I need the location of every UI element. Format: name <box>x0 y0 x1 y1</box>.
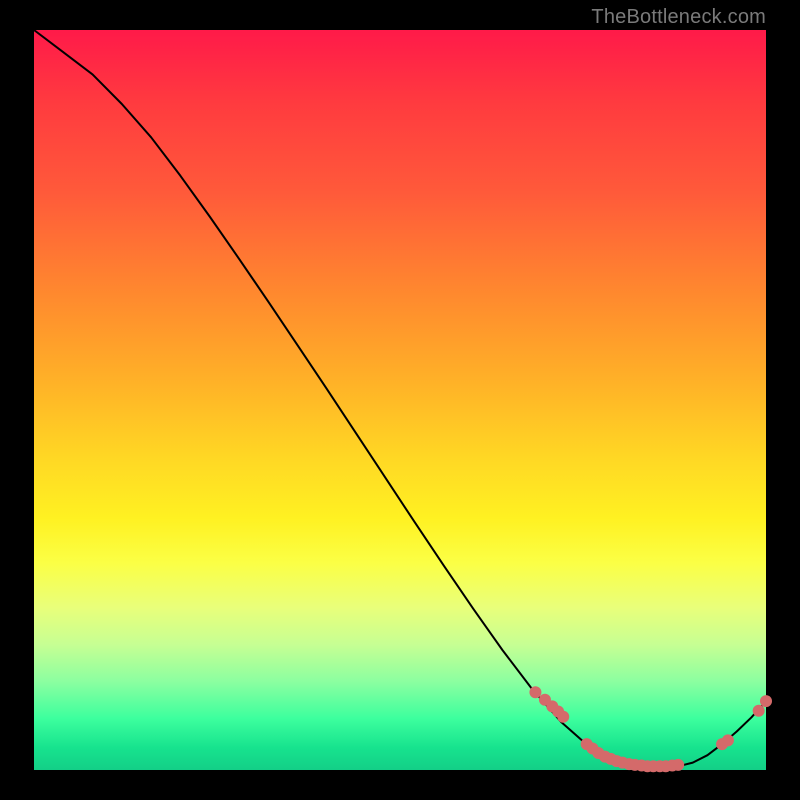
marker-dot <box>529 686 541 698</box>
chart-stage: TheBottleneck.com <box>0 0 800 800</box>
marker-dot <box>722 734 734 746</box>
marker-dot <box>753 705 765 717</box>
chart-svg <box>34 30 766 770</box>
highlighted-points <box>529 686 772 772</box>
marker-dot <box>672 759 684 771</box>
plot-area <box>34 30 766 770</box>
watermark-label: TheBottleneck.com <box>591 6 766 29</box>
marker-dot <box>760 695 772 707</box>
marker-dot <box>557 711 569 723</box>
bottleneck-curve <box>34 30 766 767</box>
